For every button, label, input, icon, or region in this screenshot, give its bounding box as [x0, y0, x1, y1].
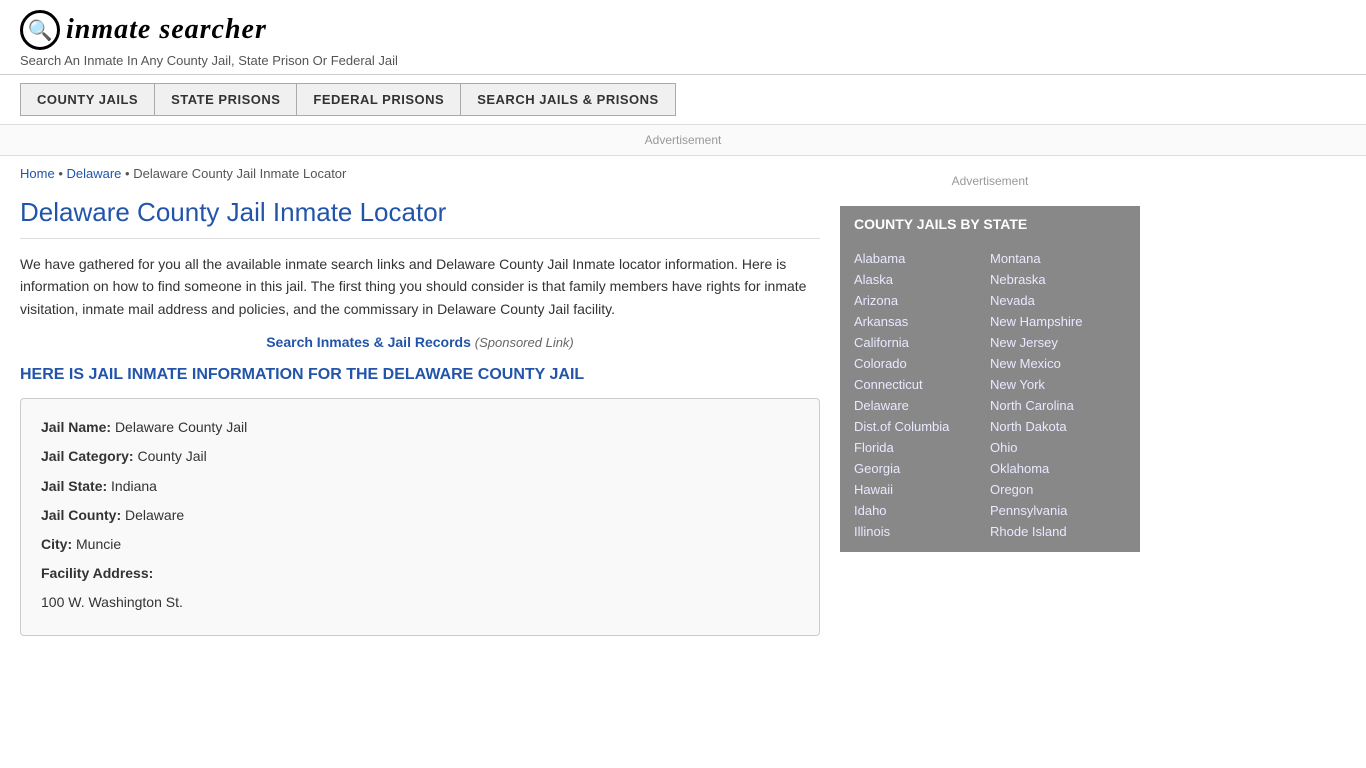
- city-label: City:: [41, 536, 72, 552]
- sponsored-section: Search Inmates & Jail Records (Sponsored…: [20, 334, 820, 350]
- nav: COUNTY JAILS STATE PRISONS FEDERAL PRISO…: [0, 75, 1366, 124]
- county-jails-title: COUNTY JAILS BY STATE: [840, 206, 1140, 242]
- logo-icon: 🔍: [20, 10, 60, 50]
- jail-state-value-text: Indiana: [111, 478, 157, 494]
- state-link[interactable]: Colorado: [854, 353, 990, 374]
- state-link[interactable]: Rhode Island: [990, 521, 1126, 542]
- main-layout: Home • Delaware • Delaware County Jail I…: [0, 156, 1366, 646]
- state-link[interactable]: Alabama: [854, 248, 990, 269]
- state-link[interactable]: Pennsylvania: [990, 500, 1126, 521]
- tagline: Search An Inmate In Any County Jail, Sta…: [20, 53, 1346, 68]
- breadcrumb-state[interactable]: Delaware: [66, 166, 121, 181]
- jail-state-row: Jail State: Indiana: [41, 474, 799, 499]
- sponsored-label-text: (Sponsored Link): [475, 335, 574, 350]
- state-link[interactable]: Dist.of Columbia: [854, 416, 990, 437]
- states-col1: AlabamaAlaskaArizonaArkansasCaliforniaCo…: [854, 248, 990, 542]
- jail-category-row: Jail Category: County Jail: [41, 444, 799, 469]
- state-link[interactable]: Arizona: [854, 290, 990, 311]
- sponsored-link[interactable]: Search Inmates & Jail Records: [266, 334, 471, 350]
- states-grid: AlabamaAlaskaArizonaArkansasCaliforniaCo…: [840, 242, 1140, 552]
- ad-bar: Advertisement: [0, 124, 1366, 156]
- state-link[interactable]: Alaska: [854, 269, 990, 290]
- address-row: Facility Address:: [41, 561, 799, 586]
- nav-county-jails[interactable]: COUNTY JAILS: [20, 83, 155, 116]
- state-link[interactable]: Delaware: [854, 395, 990, 416]
- state-link[interactable]: Oklahoma: [990, 458, 1126, 479]
- sidebar: Advertisement COUNTY JAILS BY STATE Alab…: [840, 166, 1140, 636]
- header: 🔍 inmate searcher Search An Inmate In An…: [0, 0, 1366, 75]
- address-value-row: 100 W. Washington St.: [41, 590, 799, 615]
- state-link[interactable]: New York: [990, 374, 1126, 395]
- page-title: Delaware County Jail Inmate Locator: [20, 197, 820, 239]
- logo-area: 🔍 inmate searcher: [20, 10, 1346, 50]
- states-col2: MontanaNebraskaNevadaNew HampshireNew Je…: [990, 248, 1126, 542]
- nav-state-prisons[interactable]: STATE PRISONS: [154, 83, 297, 116]
- info-box: Jail Name: Delaware County Jail Jail Cat…: [20, 398, 820, 636]
- state-link[interactable]: Montana: [990, 248, 1126, 269]
- state-link[interactable]: Oregon: [990, 479, 1126, 500]
- content: Home • Delaware • Delaware County Jail I…: [20, 166, 820, 636]
- jail-name-row: Jail Name: Delaware County Jail: [41, 415, 799, 440]
- jail-county-row: Jail County: Delaware: [41, 503, 799, 528]
- nav-search-jails-prisons[interactable]: SEARCH JAILS & PRISONS: [460, 83, 675, 116]
- state-link[interactable]: Illinois: [854, 521, 990, 542]
- breadcrumb-home[interactable]: Home: [20, 166, 55, 181]
- state-link[interactable]: North Carolina: [990, 395, 1126, 416]
- breadcrumb: Home • Delaware • Delaware County Jail I…: [20, 166, 820, 181]
- state-link[interactable]: Florida: [854, 437, 990, 458]
- jail-state-label: Jail State:: [41, 478, 107, 494]
- state-link[interactable]: North Dakota: [990, 416, 1126, 437]
- state-link[interactable]: Nebraska: [990, 269, 1126, 290]
- jail-name-label: Jail Name:: [41, 419, 111, 435]
- state-link[interactable]: Hawaii: [854, 479, 990, 500]
- address-label: Facility Address:: [41, 565, 153, 581]
- state-link[interactable]: California: [854, 332, 990, 353]
- city-value-text: Muncie: [76, 536, 121, 552]
- nav-federal-prisons[interactable]: FEDERAL PRISONS: [296, 83, 461, 116]
- state-link[interactable]: Arkansas: [854, 311, 990, 332]
- jail-county-label: Jail County:: [41, 507, 121, 523]
- jail-name-value-text: Delaware County Jail: [115, 419, 247, 435]
- state-link[interactable]: New Jersey: [990, 332, 1126, 353]
- address-value: 100 W. Washington St.: [41, 594, 183, 610]
- city-row: City: Muncie: [41, 532, 799, 557]
- sidebar-ad: Advertisement: [840, 166, 1140, 196]
- jail-county-value-text: Delaware: [125, 507, 184, 523]
- section-heading: HERE IS JAIL INMATE INFORMATION FOR THE …: [20, 366, 820, 384]
- state-link[interactable]: Georgia: [854, 458, 990, 479]
- state-link[interactable]: New Mexico: [990, 353, 1126, 374]
- body-text: We have gathered for you all the availab…: [20, 253, 820, 320]
- state-link[interactable]: New Hampshire: [990, 311, 1126, 332]
- state-link[interactable]: Nevada: [990, 290, 1126, 311]
- logo-text: inmate searcher: [66, 14, 267, 46]
- breadcrumb-current: Delaware County Jail Inmate Locator: [133, 166, 346, 181]
- state-link[interactable]: Connecticut: [854, 374, 990, 395]
- state-link[interactable]: Idaho: [854, 500, 990, 521]
- state-link[interactable]: Ohio: [990, 437, 1126, 458]
- jail-category-value-text: County Jail: [137, 448, 206, 464]
- jail-category-label: Jail Category:: [41, 448, 134, 464]
- county-jails-box: COUNTY JAILS BY STATE AlabamaAlaskaArizo…: [840, 206, 1140, 552]
